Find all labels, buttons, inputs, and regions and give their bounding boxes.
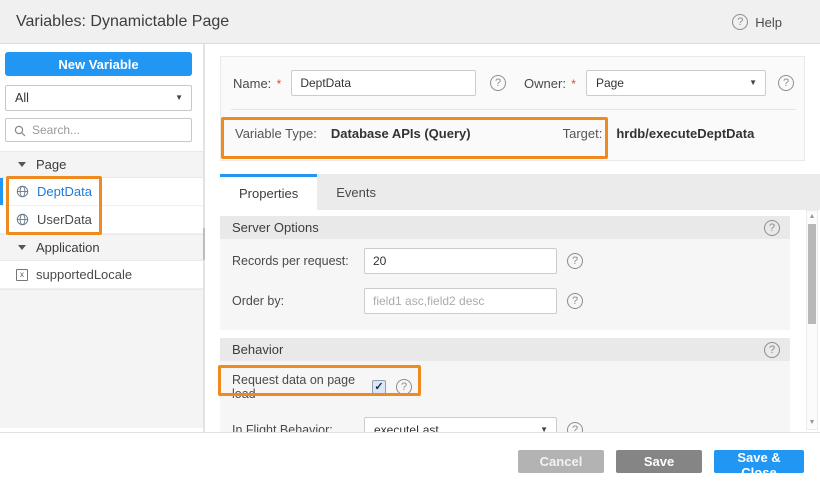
search-input[interactable]	[32, 119, 187, 141]
target-value: hrdb/executeDeptData	[616, 126, 754, 141]
variable-summary-card: Name: * Owner: * Page ▼ Variable Type: D…	[220, 56, 805, 161]
properties-scrollbar[interactable]: ▲ ▼	[806, 210, 818, 430]
request-on-load-label: Request data on page load	[232, 373, 372, 401]
name-label: Name: *	[233, 76, 281, 91]
filter-selected-value: All	[15, 91, 29, 105]
globe-icon	[16, 213, 29, 226]
variable-filter-select[interactable]: All ▼	[5, 85, 192, 111]
behavior-body: Request data on page load In Flight Beha…	[220, 361, 790, 432]
server-options-body: Records per request: Order by:	[220, 239, 790, 330]
owner-label: Owner: *	[524, 76, 576, 91]
name-help-icon[interactable]	[490, 75, 506, 91]
section-title: Server Options	[232, 220, 764, 235]
help-link[interactable]: Help	[732, 0, 782, 44]
required-asterisk: *	[273, 77, 281, 91]
sidebar-scrollbar-thumb[interactable]	[203, 228, 205, 260]
request-help-icon[interactable]	[396, 379, 412, 395]
name-input[interactable]	[291, 70, 476, 96]
section-help-icon[interactable]	[764, 342, 780, 358]
help-circle-icon	[732, 14, 748, 30]
variable-type-value: Database APIs (Query)	[331, 126, 471, 141]
dialog-body: New Variable All ▼ Page	[0, 44, 820, 432]
tree-item-deptdata[interactable]: DeptData	[0, 178, 203, 206]
page-title: Variables: Dynamictable Page	[16, 0, 229, 44]
variables-sidebar: New Variable All ▼ Page	[0, 44, 205, 432]
server-options-section: Server Options Records per request: Orde…	[220, 216, 790, 330]
tab-properties[interactable]: Properties	[220, 174, 317, 210]
card-divider	[231, 109, 796, 110]
orderby-help-icon[interactable]	[567, 293, 583, 309]
tree-item-label: supportedLocale	[36, 267, 132, 282]
server-options-header: Server Options	[220, 216, 790, 239]
save-and-close-button[interactable]: Save & Close	[714, 450, 804, 473]
tree-item-userdata[interactable]: UserData	[0, 206, 203, 234]
tree-group-application[interactable]: Application	[0, 234, 203, 261]
save-button[interactable]: Save	[616, 450, 702, 473]
search-icon	[14, 124, 26, 142]
type-target-row: Variable Type: Database APIs (Query) Tar…	[235, 126, 804, 141]
variable-type-label: Variable Type:	[235, 126, 317, 141]
dialog-header: Variables: Dynamictable Page Help	[0, 0, 820, 44]
owner-help-icon[interactable]	[778, 75, 794, 91]
variables-tree: Page DeptData UserData Application	[0, 151, 203, 428]
target-label: Target:	[563, 126, 603, 141]
globe-icon	[16, 185, 29, 198]
help-label: Help	[755, 15, 782, 30]
owner-selected-value: Page	[596, 76, 624, 90]
tab-events[interactable]: Events	[317, 174, 395, 210]
locale-variable-icon	[16, 269, 28, 281]
section-title: Behavior	[232, 342, 764, 357]
tree-item-supportedlocale[interactable]: supportedLocale	[0, 261, 203, 289]
name-owner-row: Name: * Owner: * Page ▼	[233, 70, 794, 96]
tab-bar: Properties Events	[220, 174, 820, 210]
collapse-triangle-icon	[18, 162, 26, 167]
tree-group-page[interactable]: Page	[0, 151, 203, 178]
section-help-icon[interactable]	[764, 220, 780, 236]
order-by-label: Order by:	[232, 294, 364, 308]
sidebar-empty-area	[0, 289, 203, 428]
tree-item-label: DeptData	[37, 184, 92, 199]
variables-dialog: Variables: Dynamictable Page Help New Va…	[0, 0, 820, 488]
variable-detail-panel: Name: * Owner: * Page ▼ Variable Type: D…	[207, 44, 820, 432]
chevron-down-icon: ▼	[749, 71, 757, 95]
request-on-load-checkbox[interactable]	[372, 380, 386, 394]
collapse-triangle-icon	[18, 245, 26, 250]
records-help-icon[interactable]	[567, 253, 583, 269]
tree-item-label: UserData	[37, 212, 92, 227]
required-asterisk: *	[568, 77, 576, 91]
behavior-header: Behavior	[220, 338, 790, 361]
chevron-down-icon: ▼	[175, 86, 183, 110]
order-by-input[interactable]	[364, 288, 557, 314]
scrollbar-thumb[interactable]	[808, 224, 816, 324]
target-group: Target: hrdb/executeDeptData	[563, 126, 755, 141]
cancel-button[interactable]: Cancel	[518, 450, 604, 473]
footer-buttons: Cancel Save Save & Close	[518, 450, 804, 473]
search-box	[5, 118, 192, 142]
dialog-footer: Cancel Save Save & Close	[0, 432, 820, 488]
owner-select[interactable]: Page ▼	[586, 70, 766, 96]
scroll-up-arrow-icon[interactable]: ▲	[807, 212, 817, 222]
scroll-down-arrow-icon[interactable]: ▼	[807, 418, 817, 428]
behavior-section: Behavior Request data on page load In Fl…	[220, 338, 790, 432]
records-per-request-label: Records per request:	[232, 254, 364, 268]
records-per-request-input[interactable]	[364, 248, 557, 274]
new-variable-button[interactable]: New Variable	[5, 52, 192, 76]
